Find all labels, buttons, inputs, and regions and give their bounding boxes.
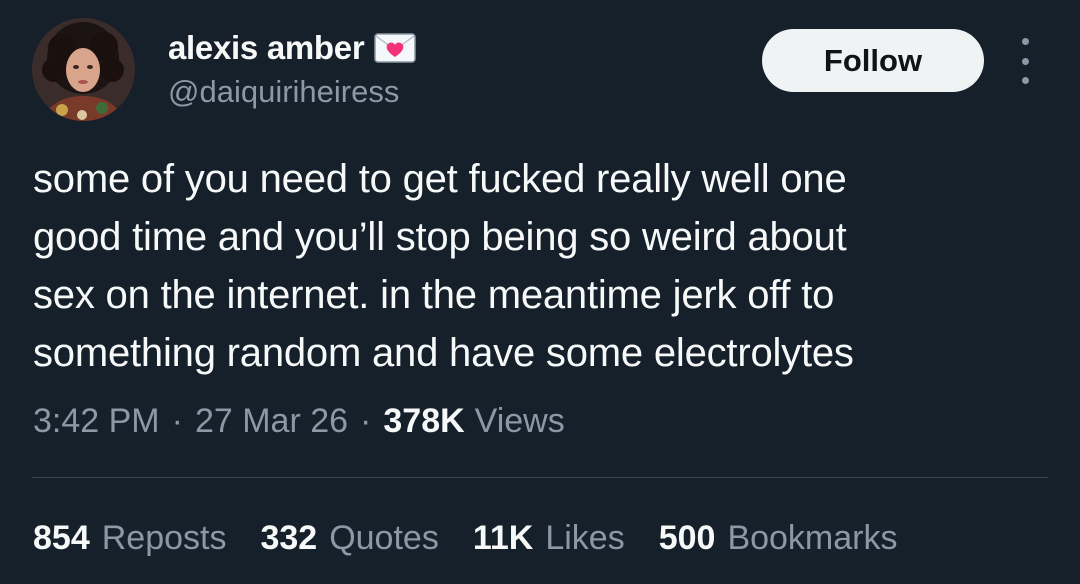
tweet-text-line: good time and you’ll stop being so weird… — [33, 215, 847, 259]
divider — [32, 477, 1048, 478]
likes-count: 11K — [472, 518, 534, 557]
more-vertical-icon[interactable] — [1010, 38, 1040, 84]
tweet-text-line: some of you need to get fucked really we… — [33, 157, 847, 201]
display-name[interactable]: alexis amber — [168, 29, 365, 67]
more-dot — [1021, 38, 1029, 45]
tweet-date[interactable]: 27 Mar 26 — [195, 402, 348, 441]
views-label[interactable]: Views — [465, 402, 565, 441]
avatar-photo — [32, 18, 135, 121]
tweet-meta: 3:42 PM · 27 Mar 26 · 378K Views — [33, 398, 565, 444]
tweet-card: alexis amber @daiquiriheiress Follow som… — [0, 0, 1080, 584]
tweet-text: some of you need to get fucked really we… — [33, 150, 1043, 382]
author-handle[interactable]: @daiquiriheiress — [168, 74, 399, 110]
quotes-stat[interactable]: 332 Quotes — [260, 519, 438, 558]
more-dot — [1021, 57, 1029, 65]
likes-label: Likes — [545, 518, 625, 557]
quotes-count: 332 — [260, 518, 318, 557]
reposts-count: 854 — [33, 518, 90, 557]
tweet-time[interactable]: 3:42 PM — [33, 402, 160, 441]
bookmarks-count: 500 — [658, 518, 716, 557]
quotes-label: Quotes — [329, 518, 439, 557]
meta-separator: · — [171, 401, 183, 440]
views-count[interactable]: 378K — [383, 402, 464, 441]
love-letter-icon — [374, 33, 417, 63]
reposts-stat[interactable]: 854 Reposts — [33, 519, 226, 558]
more-dot — [1021, 77, 1029, 84]
bookmarks-stat[interactable]: 500 Bookmarks — [659, 519, 898, 558]
follow-button[interactable]: Follow — [762, 29, 984, 92]
tweet-text-line: something random and have some electroly… — [33, 331, 854, 375]
likes-stat[interactable]: 11K Likes — [473, 519, 625, 558]
author-name-row[interactable]: alexis amber — [168, 26, 417, 70]
meta-separator: · — [360, 401, 372, 440]
reposts-label: Reposts — [101, 518, 227, 557]
tweet-text-line: sex on the internet. in the meantime jer… — [33, 273, 835, 317]
bookmarks-label: Bookmarks — [727, 518, 898, 557]
engagement-stats: 854 Reposts 332 Quotes 11K Likes 500 Boo… — [33, 515, 932, 561]
avatar[interactable] — [32, 18, 135, 121]
